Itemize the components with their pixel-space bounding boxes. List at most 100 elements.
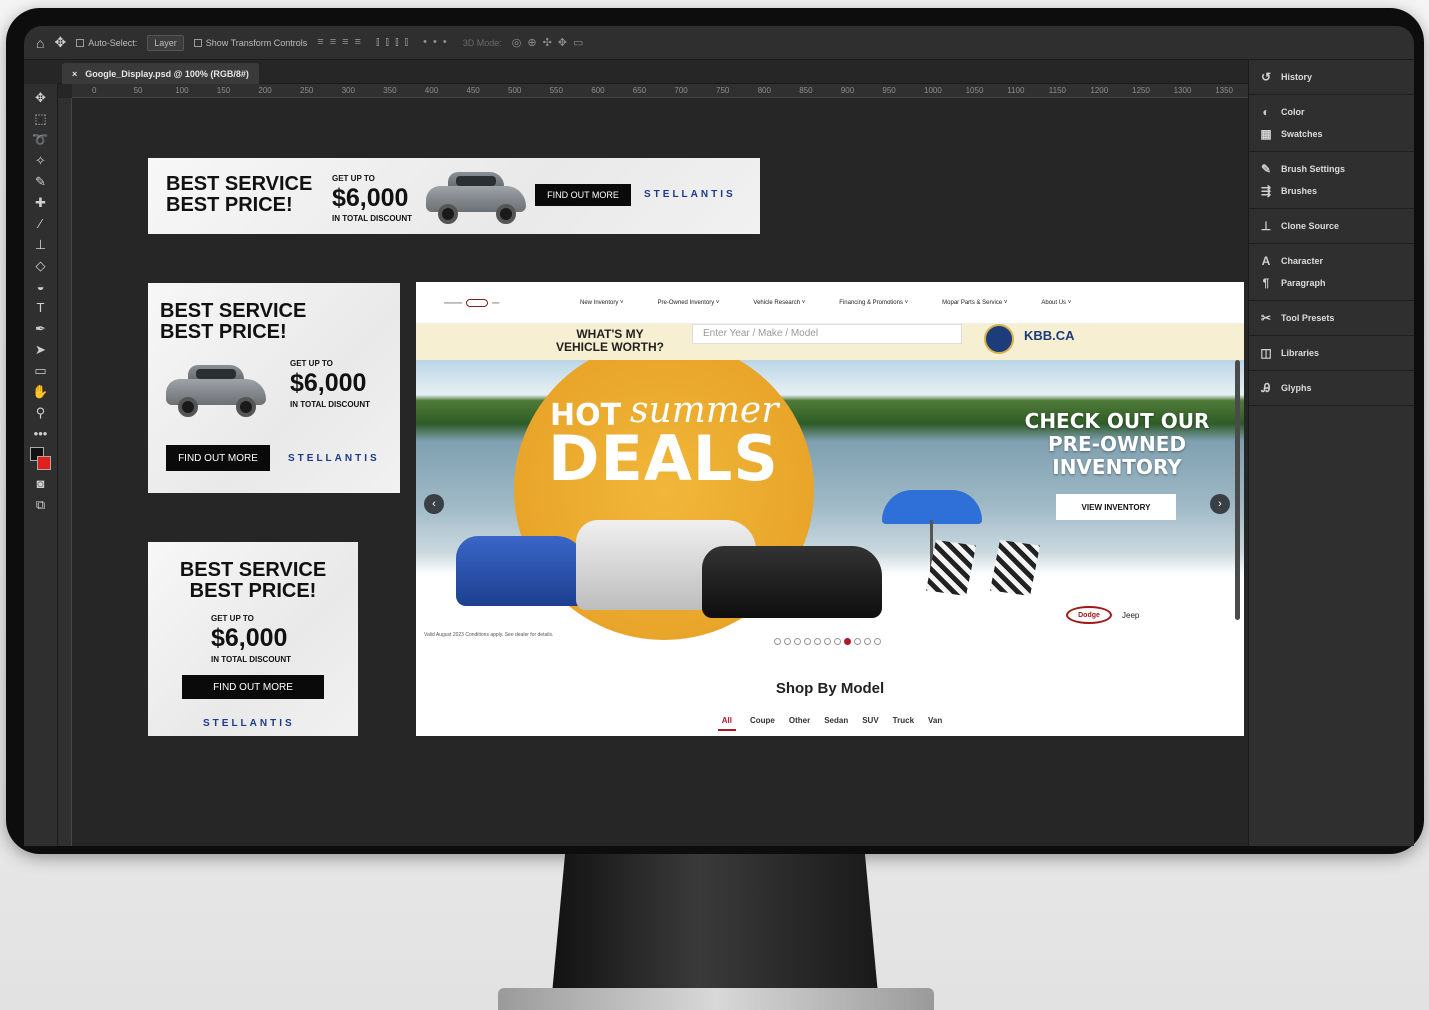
ruler-tick: 250 <box>300 86 314 95</box>
more-tools-icon[interactable]: ••• <box>30 426 52 442</box>
price: $6,000 <box>211 624 288 652</box>
kbb-input[interactable]: Enter Year / Make / Model <box>692 324 962 344</box>
carousel-dots[interactable] <box>774 638 881 645</box>
nav-item[interactable]: Vehicle Research ˅ <box>753 300 805 306</box>
nav-item[interactable]: New Inventory ˅ <box>580 300 624 306</box>
stellantis-logo: STELLANTIS <box>203 718 295 729</box>
monitor-stand <box>552 854 878 994</box>
model-tab[interactable]: SUV <box>862 716 878 731</box>
carousel-dot[interactable] <box>784 638 791 645</box>
shop-by-model-title: Shop By Model <box>775 680 885 697</box>
ad-leaderboard[interactable]: BEST SERVICE BEST PRICE! GET UP TO $6,000… <box>148 158 760 234</box>
find-out-more-button[interactable]: FIND OUT MORE <box>166 445 270 471</box>
panel-item[interactable]: ↺ History <box>1259 66 1414 88</box>
get-up-to-label: GET UP TO <box>290 359 333 368</box>
carousel-dot[interactable] <box>844 638 851 645</box>
auto-select-dropdown[interactable]: Layer <box>147 34 184 51</box>
get-up-to-label: GET UP TO <box>332 174 375 183</box>
ad-square[interactable]: BEST SERVICE BEST PRICE! GET UP TO $6,000… <box>148 542 358 736</box>
home-icon[interactable]: ⌂ <box>36 35 44 51</box>
carousel-dot[interactable] <box>824 638 831 645</box>
eraser-icon[interactable]: ◇ <box>30 258 52 274</box>
suv-image <box>426 168 526 224</box>
panel-item[interactable]: ◫ Libraries <box>1259 342 1414 364</box>
clone-source-icon: ⊥ <box>1260 219 1272 233</box>
screen-mode-icon[interactable]: ⧉ <box>30 497 52 513</box>
quick-mask-icon[interactable]: ◙ <box>30 476 52 492</box>
magic-wand-icon[interactable]: ✧ <box>30 153 52 169</box>
carousel-dot[interactable] <box>854 638 861 645</box>
panel-item[interactable]: ⇶ Brushes <box>1259 180 1414 202</box>
carousel-dot[interactable] <box>774 638 781 645</box>
carousel-prev-icon[interactable]: ‹ <box>424 494 444 514</box>
panel-label: Glyphs <box>1281 383 1312 393</box>
color-swatches[interactable] <box>29 447 52 471</box>
document-tab[interactable]: × Google_Display.psd @ 100% (RGB/8#) <box>62 63 259 84</box>
canvas-scrollbar[interactable] <box>1235 360 1240 620</box>
carousel-next-icon[interactable]: › <box>1210 494 1230 514</box>
carousel-dot[interactable] <box>794 638 801 645</box>
carousel-dot[interactable] <box>814 638 821 645</box>
panel-item[interactable]: ¶ Paragraph <box>1259 272 1414 294</box>
model-tab[interactable]: All <box>717 716 736 731</box>
lasso-icon[interactable]: ➰ <box>30 132 52 148</box>
website-mockup[interactable]: ━━━━━ ━━ New Inventory ˅ Pre-Owned Invento… <box>416 282 1244 736</box>
nav-item[interactable]: Financing & Promotions ˅ <box>839 300 908 306</box>
ruler-tick: 1000 <box>924 86 942 95</box>
ruler-tick: 200 <box>258 86 272 95</box>
black-sedan <box>702 546 882 618</box>
nav-item[interactable]: Mopar Parts & Service ˅ <box>942 300 1007 306</box>
ruler-tick: 1300 <box>1173 86 1192 95</box>
vertical-ruler[interactable] <box>58 98 72 846</box>
gradient-icon[interactable]: ◒ <box>30 279 52 295</box>
canvas[interactable]: BEST SERVICE BEST PRICE! GET UP TO $6,000… <box>72 98 1248 846</box>
type-icon[interactable]: T <box>30 300 52 316</box>
carousel-dot[interactable] <box>864 638 871 645</box>
hero-banner[interactable]: HOT summer DEALS CHECK OUT OUR PRE-OWNED I… <box>416 360 1244 650</box>
model-tab[interactable]: Coupe <box>750 716 775 731</box>
model-tab[interactable]: Sedan <box>824 716 848 731</box>
panel-item[interactable]: ◐ Color <box>1259 101 1414 123</box>
nav-item[interactable]: Pre-Owned Inventory ˅ <box>658 300 720 306</box>
hand-icon[interactable]: ✋ <box>30 384 52 400</box>
find-out-more-button[interactable]: FIND OUT MORE <box>182 675 324 699</box>
find-out-more-button[interactable]: FIND OUT MORE <box>535 184 631 206</box>
pen-icon[interactable]: ✒ <box>30 321 52 337</box>
zoom-icon[interactable]: ⚲ <box>30 405 52 421</box>
healing-icon[interactable]: ✚ <box>30 195 52 211</box>
panel-item[interactable]: ▦ Swatches <box>1259 123 1414 145</box>
auto-select-checkbox[interactable]: Auto-Select: <box>76 38 137 48</box>
nav-menu: New Inventory ˅ Pre-Owned Inventory ˅ Vehi… <box>580 300 1071 306</box>
horizontal-ruler[interactable]: 0 50 100 150 200 250 300 350 400 450 500 550 600 650 7… <box>72 84 1248 98</box>
carousel-dot[interactable] <box>874 638 881 645</box>
carousel-dot[interactable] <box>834 638 841 645</box>
panel-item[interactable]: Ꭿ Glyphs <box>1259 377 1414 399</box>
ruler-tick: 650 <box>632 86 647 95</box>
panel-item[interactable]: ✂ Tool Presets <box>1259 307 1414 329</box>
3d-mode-icons[interactable]: ◎⊕✣✥▭ <box>512 36 590 49</box>
panel-item[interactable]: ✎ Brush Settings <box>1259 158 1414 180</box>
ad-medium-rectangle[interactable]: BEST SERVICE BEST PRICE! GET UP TO $6,000… <box>148 283 400 493</box>
panel-item[interactable]: ⊥ Clone Source <box>1259 215 1414 237</box>
eyedropper-icon[interactable]: ✎ <box>30 174 52 190</box>
model-tab[interactable]: Other <box>789 716 810 731</box>
brush-icon[interactable]: ∕ <box>30 216 52 232</box>
price: $6,000 <box>332 184 409 212</box>
model-tab[interactable]: Truck <box>893 716 914 731</box>
select-icon[interactable]: ➤ <box>30 342 52 358</box>
shape-icon[interactable]: ▭ <box>30 363 52 379</box>
move-tool-icon[interactable]: ✥ <box>54 34 66 51</box>
panel-label: History <box>1281 72 1313 82</box>
view-inventory-button[interactable]: VIEW INVENTORY <box>1056 494 1176 520</box>
align-icons[interactable]: ≡≡≡≡ ⫾⫾⫾⫾ ••• <box>317 36 452 49</box>
marquee-icon[interactable]: ⬚ <box>30 111 52 127</box>
panel-item[interactable]: A Character <box>1259 250 1414 272</box>
move-icon[interactable]: ✥ <box>30 90 52 106</box>
close-icon[interactable]: × <box>72 69 77 79</box>
show-transform-checkbox[interactable]: Show Transform Controls <box>193 38 307 48</box>
nav-item[interactable]: About Us ˅ <box>1041 300 1071 306</box>
dealer-logo: Dodge <box>1066 606 1112 624</box>
stamp-icon[interactable]: ⊥ <box>30 237 52 253</box>
model-tab[interactable]: Van <box>928 716 942 731</box>
carousel-dot[interactable] <box>804 638 811 645</box>
